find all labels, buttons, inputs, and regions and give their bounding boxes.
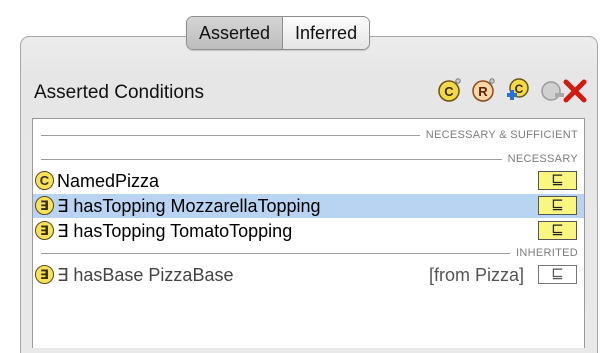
restriction-badge-icon: ∃ xyxy=(35,265,54,284)
condition-row[interactable]: C NamedPizza ⊑ xyxy=(33,169,584,193)
subsumption-toggle: ⊑ xyxy=(538,265,577,284)
condition-text: NamedPizza xyxy=(57,171,160,191)
section-label: NECESSARY & SUFFICIENT xyxy=(419,128,578,142)
class-badge-icon: C xyxy=(35,171,54,190)
tab-bar: Asserted Inferred xyxy=(186,16,371,50)
restriction-badge-icon: ∃ xyxy=(35,221,54,240)
condition-text: ∃ hasTopping TomatoTopping xyxy=(57,221,293,241)
condition-text: ∃ hasTopping MozzarellaTopping xyxy=(57,196,321,216)
inherited-source: [from Pizza] xyxy=(428,265,524,285)
section-label: INHERITED xyxy=(510,246,578,260)
inherited-row[interactable]: ∃ ∃ hasBase PizzaBase [from Pizza] ⊑ xyxy=(33,263,584,287)
subsumption-toggle[interactable]: ⊑ xyxy=(538,221,577,240)
svg-text:C: C xyxy=(444,84,454,99)
restriction-badge-icon: ∃ xyxy=(35,196,54,215)
section-label: NECESSARY xyxy=(501,152,578,166)
subsumption-toggle[interactable]: ⊑ xyxy=(538,171,577,190)
add-named-class-icon[interactable]: C xyxy=(505,77,531,103)
create-restriction-icon[interactable]: R xyxy=(471,77,497,103)
conditions-list: NECESSARY & SUFFICIENT NECESSARY C Named… xyxy=(32,118,585,348)
subsumption-toggle[interactable]: ⊑ xyxy=(538,196,577,215)
tab-inferred[interactable]: Inferred xyxy=(283,17,370,49)
section-inherited: INHERITED xyxy=(41,246,578,260)
condition-text: ∃ hasBase PizzaBase xyxy=(57,265,234,285)
condition-row-selected[interactable]: ∃ ∃ hasTopping MozzarellaTopping ⊑ xyxy=(33,194,584,218)
section-necessary: NECESSARY xyxy=(41,152,578,166)
delete-icon[interactable] xyxy=(562,77,588,103)
panel-title: Asserted Conditions xyxy=(34,82,205,103)
section-necessary-sufficient: NECESSARY & SUFFICIENT xyxy=(41,128,578,142)
condition-row[interactable]: ∃ ∃ hasTopping TomatoTopping ⊑ xyxy=(33,219,584,243)
tab-asserted[interactable]: Asserted xyxy=(187,17,284,49)
create-class-icon[interactable]: C xyxy=(437,77,463,103)
svg-text:R: R xyxy=(478,84,488,99)
